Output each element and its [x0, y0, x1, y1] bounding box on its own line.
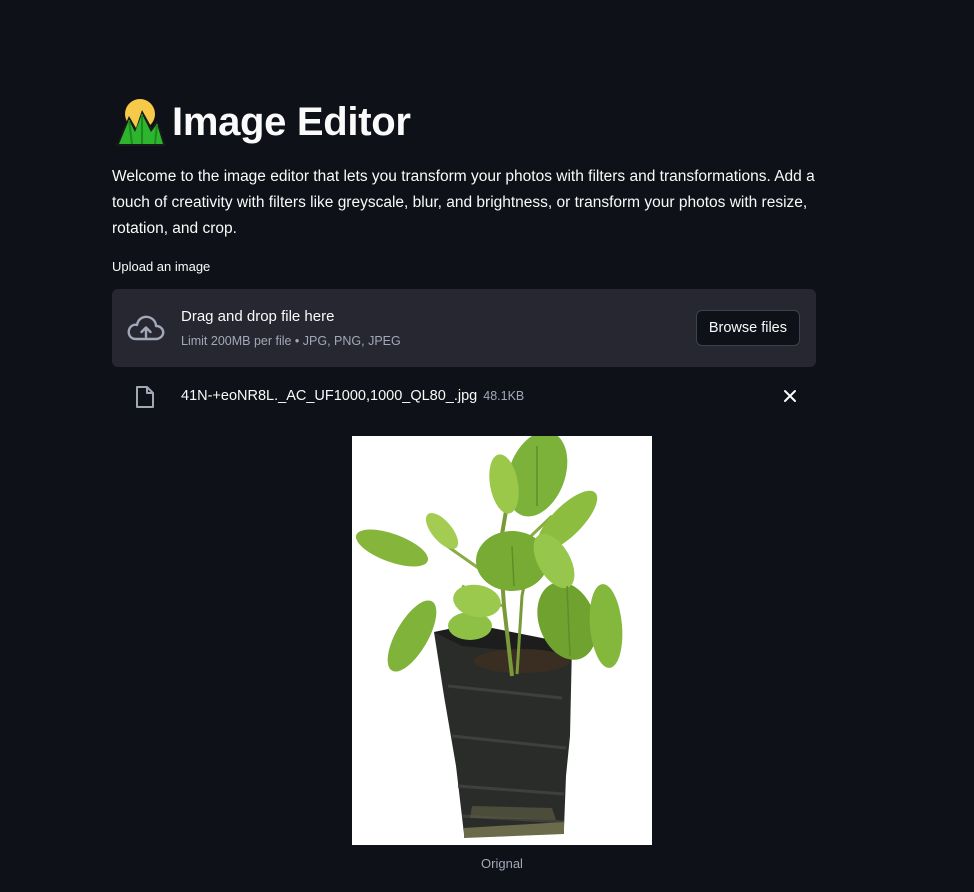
browse-files-button[interactable]: Browse files — [695, 310, 800, 346]
file-name: 41N-+eoNR8L._AC_UF1000,1000_QL80_.jpg 48.… — [181, 388, 524, 404]
drop-title: Drag and drop file here — [181, 308, 335, 325]
close-icon[interactable] — [782, 388, 798, 404]
file-dropzone[interactable]: Drag and drop file here Limit 200MB per … — [112, 289, 816, 367]
plant-image — [352, 436, 652, 845]
page-header: Image Editor — [112, 92, 411, 152]
intro-text: Welcome to the image editor that lets yo… — [112, 168, 815, 237]
preview-image — [352, 436, 652, 845]
sunrise-over-mountains-icon — [116, 99, 166, 146]
file-name-text: 41N-+eoNR8L._AC_UF1000,1000_QL80_.jpg — [181, 388, 478, 404]
file-icon — [136, 386, 154, 408]
drop-limit: Limit 200MB per file • JPG, PNG, JPEG — [181, 334, 401, 348]
image-caption: Orignal — [481, 856, 523, 871]
upload-label: Upload an image — [112, 259, 211, 274]
file-size: 48.1KB — [483, 389, 525, 403]
page-title: Image Editor — [172, 99, 411, 144]
uploaded-file-row: 41N-+eoNR8L._AC_UF1000,1000_QL80_.jpg 48.… — [112, 380, 816, 414]
cloud-upload-icon — [127, 315, 165, 341]
